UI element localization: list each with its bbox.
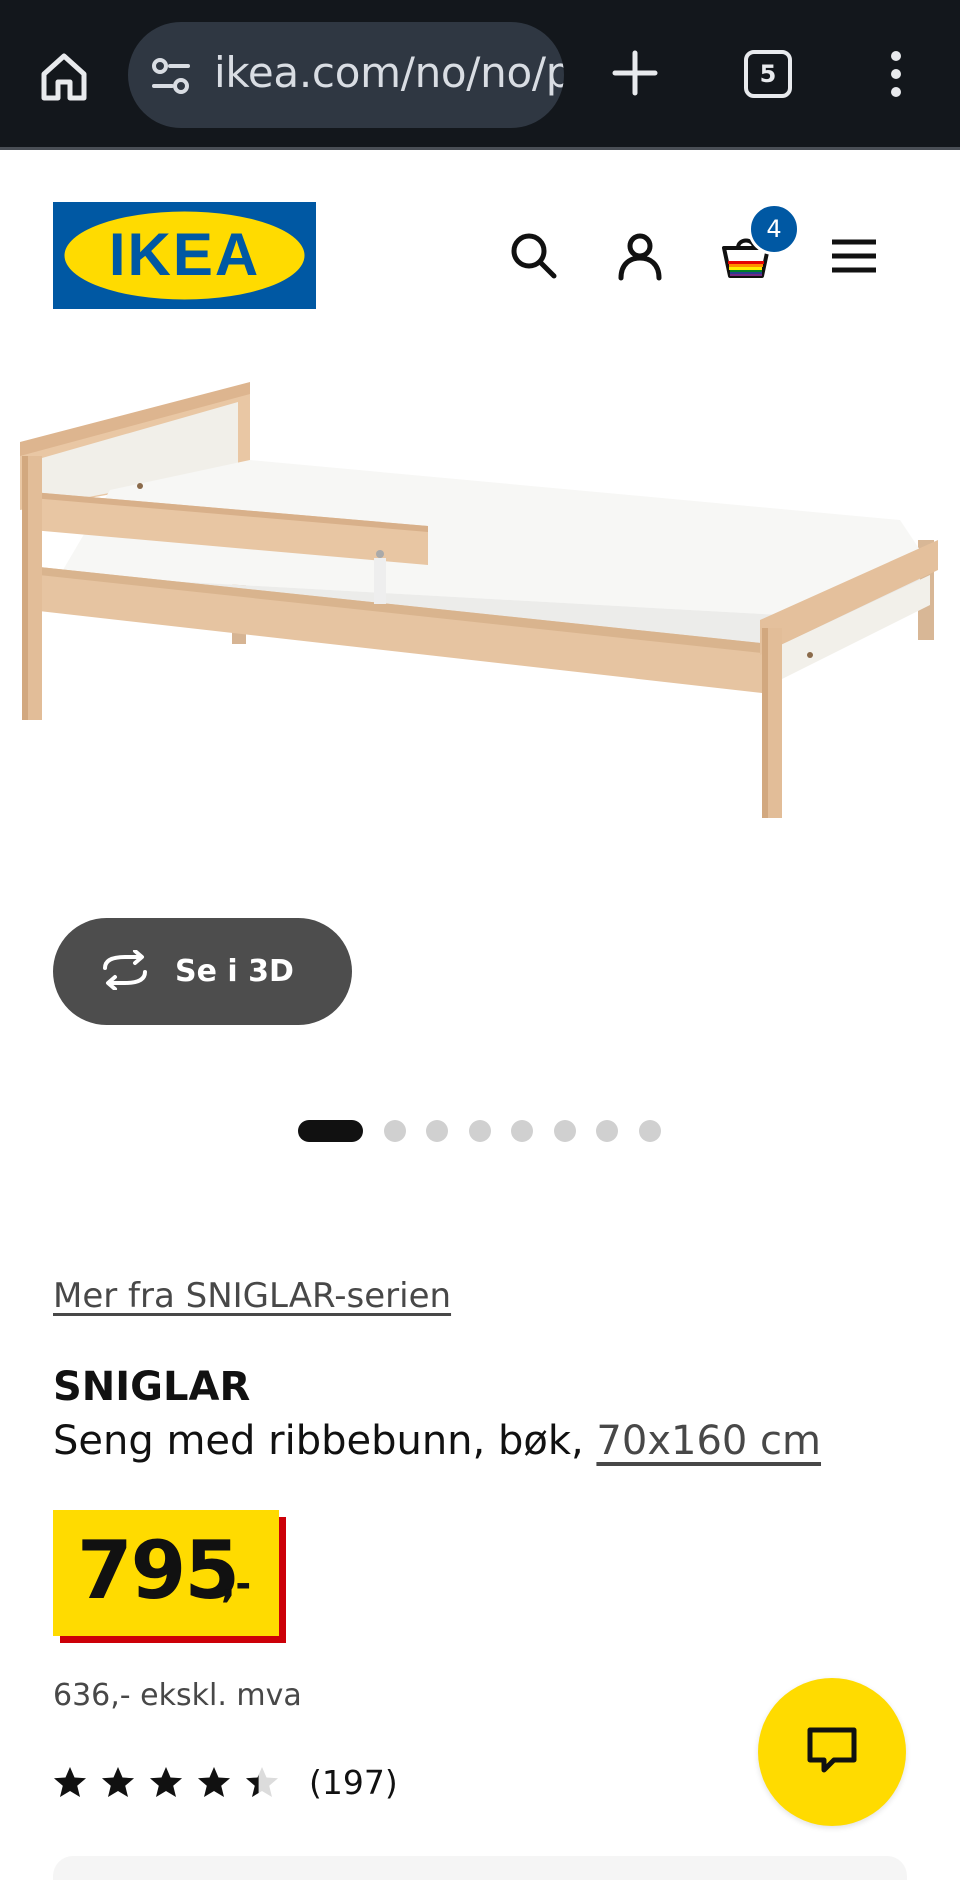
price-value: 795 (77, 1524, 240, 1617)
carousel-dot[interactable] (426, 1120, 448, 1142)
star-icon (150, 1766, 182, 1797)
star-icon (54, 1766, 86, 1797)
tab-count: 5 (759, 60, 777, 88)
address-bar[interactable]: ikea.com/no/no/p (128, 22, 564, 128)
ikea-logo[interactable]: IKEA (53, 202, 316, 309)
carousel-dot[interactable] (468, 1120, 491, 1142)
product-name: SNIGLAR (53, 1364, 251, 1410)
carousel-dot[interactable] (383, 1120, 406, 1142)
menu-icon[interactable] (826, 228, 882, 284)
carousel-dot[interactable] (638, 1120, 661, 1142)
view-in-3d-label: Se i 3D (175, 954, 294, 989)
new-tab-icon[interactable] (610, 48, 660, 98)
series-link[interactable]: Mer fra SNIGLAR-serien (53, 1276, 451, 1316)
review-count[interactable]: (197) (309, 1763, 398, 1802)
url-text[interactable]: ikea.com/no/no/p (214, 48, 564, 97)
rating-stars (53, 1766, 293, 1800)
more-options-icon[interactable] (880, 48, 912, 100)
image-carousel-indicator (298, 1120, 681, 1142)
chat-icon (800, 1718, 864, 1786)
browser-toolbar: ikea.com/no/no/p 5 (0, 0, 960, 150)
cart-count-badge: 4 (748, 203, 800, 255)
price-excl-vat: 636,- ekskl. mva (53, 1678, 302, 1713)
tab-switcher-button[interactable]: 5 (744, 50, 792, 98)
chat-button[interactable] (758, 1678, 906, 1826)
carousel-dot[interactable] (553, 1120, 576, 1142)
price-tag: 795 ,- (53, 1510, 279, 1636)
size-link[interactable]: 70x160 cm (596, 1418, 821, 1464)
carousel-dot[interactable] (511, 1120, 533, 1142)
home-icon[interactable] (36, 48, 92, 104)
site-settings-icon[interactable] (150, 55, 192, 97)
view-in-3d-button[interactable]: Se i 3D (53, 918, 352, 1025)
account-icon[interactable] (612, 228, 668, 284)
star-icon (246, 1766, 278, 1797)
rating[interactable]: (197) (53, 1763, 398, 1802)
star-icon (198, 1766, 230, 1797)
carousel-dot[interactable] (596, 1120, 618, 1142)
product-description: Seng med ribbebunn, bøk, 70x160 cm (53, 1418, 821, 1464)
bottom-card (53, 1856, 907, 1880)
star-icon (102, 1766, 134, 1797)
search-icon[interactable] (506, 228, 562, 284)
carousel-dot[interactable] (298, 1120, 363, 1142)
product-description-text: Seng med ribbebunn, bøk, (53, 1418, 597, 1464)
logo-text: IKEA (109, 221, 260, 288)
price-suffix: ,- (221, 1562, 252, 1606)
rotate-3d-icon (97, 948, 153, 994)
product-image[interactable] (0, 360, 960, 840)
